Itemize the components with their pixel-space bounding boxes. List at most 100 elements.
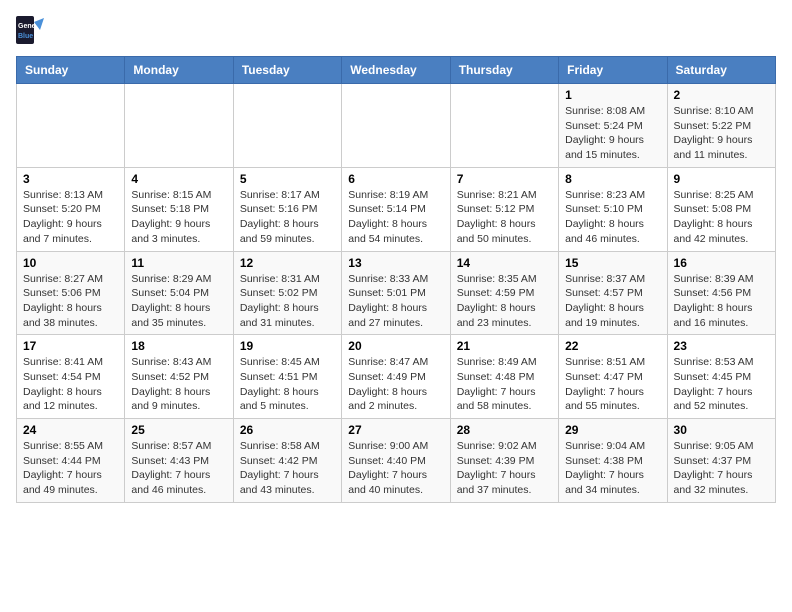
svg-text:Blue: Blue bbox=[18, 33, 33, 40]
calendar-cell: 16 Sunrise: 8:39 AMSunset: 4:56 PMDayligh… bbox=[667, 251, 775, 335]
day-number: 9 bbox=[674, 172, 769, 186]
calendar-cell: 23Sunrise: 8:53 AMSunset: 4:45 PMDayligh… bbox=[667, 335, 775, 419]
weekday-header-saturday: Saturday bbox=[667, 57, 775, 84]
calendar-cell: 28 Sunrise: 9:02 AMSunset: 4:39 PMDayligh… bbox=[450, 419, 558, 503]
calendar-cell bbox=[233, 84, 341, 168]
calendar-week-2: 3 Sunrise: 8:13 AMSunset: 5:20 PMDaylight… bbox=[17, 167, 776, 251]
day-info: Sunrise: 8:33 AMSunset: 5:01 PMDaylight:… bbox=[348, 272, 443, 331]
calendar-cell: 8Sunrise: 8:23 AMSunset: 5:10 PMDaylight… bbox=[559, 167, 667, 251]
day-info: Sunrise: 8:51 AMSunset: 4:47 PMDaylight:… bbox=[565, 355, 660, 414]
calendar-cell: 15Sunrise: 8:37 AMSunset: 4:57 PMDayligh… bbox=[559, 251, 667, 335]
weekday-header-friday: Friday bbox=[559, 57, 667, 84]
day-number: 6 bbox=[348, 172, 443, 186]
weekday-header-wednesday: Wednesday bbox=[342, 57, 450, 84]
day-number: 26 bbox=[240, 423, 335, 437]
calendar-week-3: 10 Sunrise: 8:27 AMSunset: 5:06 PMDayligh… bbox=[17, 251, 776, 335]
day-number: 10 bbox=[23, 256, 118, 270]
day-info: Sunrise: 8:10 AMSunset: 5:22 PMDaylight:… bbox=[674, 104, 769, 163]
calendar-cell: 21 Sunrise: 8:49 AMSunset: 4:48 PMDayligh… bbox=[450, 335, 558, 419]
day-number: 12 bbox=[240, 256, 335, 270]
calendar-cell: 12 Sunrise: 8:31 AMSunset: 5:02 PMDayligh… bbox=[233, 251, 341, 335]
day-info: Sunrise: 8:35 AMSunset: 4:59 PMDaylight:… bbox=[457, 272, 552, 331]
day-info: Sunrise: 8:47 AMSunset: 4:49 PMDaylight:… bbox=[348, 355, 443, 414]
day-info: Sunrise: 9:05 AMSunset: 4:37 PMDaylight:… bbox=[674, 439, 769, 498]
day-info: Sunrise: 8:13 AMSunset: 5:20 PMDaylight:… bbox=[23, 188, 118, 247]
day-info: Sunrise: 9:02 AMSunset: 4:39 PMDaylight:… bbox=[457, 439, 552, 498]
day-info: Sunrise: 8:58 AMSunset: 4:42 PMDaylight:… bbox=[240, 439, 335, 498]
day-number: 28 bbox=[457, 423, 552, 437]
day-number: 20 bbox=[348, 339, 443, 353]
calendar-week-1: 1 Sunrise: 8:08 AMSunset: 5:24 PMDaylight… bbox=[17, 84, 776, 168]
calendar-week-4: 17 Sunrise: 8:41 AMSunset: 4:54 PMDayligh… bbox=[17, 335, 776, 419]
day-number: 21 bbox=[457, 339, 552, 353]
calendar-cell: 14 Sunrise: 8:35 AMSunset: 4:59 PMDayligh… bbox=[450, 251, 558, 335]
calendar-cell: 22Sunrise: 8:51 AMSunset: 4:47 PMDayligh… bbox=[559, 335, 667, 419]
day-info: Sunrise: 8:39 AMSunset: 4:56 PMDaylight:… bbox=[674, 272, 769, 331]
calendar-cell: 13Sunrise: 8:33 AMSunset: 5:01 PMDayligh… bbox=[342, 251, 450, 335]
calendar-cell: 10 Sunrise: 8:27 AMSunset: 5:06 PMDayligh… bbox=[17, 251, 125, 335]
day-number: 29 bbox=[565, 423, 660, 437]
calendar-cell: 7 Sunrise: 8:21 AMSunset: 5:12 PMDaylight… bbox=[450, 167, 558, 251]
calendar-header: SundayMondayTuesdayWednesdayThursdayFrid… bbox=[17, 57, 776, 84]
day-info: Sunrise: 8:53 AMSunset: 4:45 PMDaylight:… bbox=[674, 355, 769, 414]
day-number: 5 bbox=[240, 172, 335, 186]
day-number: 18 bbox=[131, 339, 226, 353]
day-info: Sunrise: 8:29 AMSunset: 5:04 PMDaylight:… bbox=[131, 272, 226, 331]
day-info: Sunrise: 8:49 AMSunset: 4:48 PMDaylight:… bbox=[457, 355, 552, 414]
calendar-cell: 11 Sunrise: 8:29 AMSunset: 5:04 PMDayligh… bbox=[125, 251, 233, 335]
day-info: Sunrise: 8:31 AMSunset: 5:02 PMDaylight:… bbox=[240, 272, 335, 331]
day-info: Sunrise: 8:19 AMSunset: 5:14 PMDaylight:… bbox=[348, 188, 443, 247]
calendar-cell bbox=[17, 84, 125, 168]
calendar-cell: 25Sunrise: 8:57 AMSunset: 4:43 PMDayligh… bbox=[125, 419, 233, 503]
calendar-cell: 4Sunrise: 8:15 AMSunset: 5:18 PMDaylight… bbox=[125, 167, 233, 251]
day-info: Sunrise: 8:43 AMSunset: 4:52 PMDaylight:… bbox=[131, 355, 226, 414]
calendar-cell: 6 Sunrise: 8:19 AMSunset: 5:14 PMDaylight… bbox=[342, 167, 450, 251]
logo-graphic: General Blue bbox=[16, 16, 44, 44]
day-number: 3 bbox=[23, 172, 118, 186]
day-number: 2 bbox=[674, 88, 769, 102]
day-number: 1 bbox=[565, 88, 660, 102]
day-info: Sunrise: 8:57 AMSunset: 4:43 PMDaylight:… bbox=[131, 439, 226, 498]
calendar-cell bbox=[342, 84, 450, 168]
calendar-cell: 5 Sunrise: 8:17 AMSunset: 5:16 PMDaylight… bbox=[233, 167, 341, 251]
weekday-header-sunday: Sunday bbox=[17, 57, 125, 84]
calendar-cell: 26 Sunrise: 8:58 AMSunset: 4:42 PMDayligh… bbox=[233, 419, 341, 503]
day-info: Sunrise: 8:08 AMSunset: 5:24 PMDaylight:… bbox=[565, 104, 660, 163]
weekday-header-tuesday: Tuesday bbox=[233, 57, 341, 84]
day-info: Sunrise: 8:15 AMSunset: 5:18 PMDaylight:… bbox=[131, 188, 226, 247]
day-info: Sunrise: 8:21 AMSunset: 5:12 PMDaylight:… bbox=[457, 188, 552, 247]
calendar-table: SundayMondayTuesdayWednesdayThursdayFrid… bbox=[16, 56, 776, 503]
calendar-cell: 17 Sunrise: 8:41 AMSunset: 4:54 PMDayligh… bbox=[17, 335, 125, 419]
day-info: Sunrise: 9:04 AMSunset: 4:38 PMDaylight:… bbox=[565, 439, 660, 498]
day-number: 30 bbox=[674, 423, 769, 437]
calendar-cell: 20 Sunrise: 8:47 AMSunset: 4:49 PMDayligh… bbox=[342, 335, 450, 419]
day-number: 17 bbox=[23, 339, 118, 353]
calendar-cell: 2 Sunrise: 8:10 AMSunset: 5:22 PMDaylight… bbox=[667, 84, 775, 168]
day-info: Sunrise: 9:00 AMSunset: 4:40 PMDaylight:… bbox=[348, 439, 443, 498]
day-number: 16 bbox=[674, 256, 769, 270]
calendar-cell: 19Sunrise: 8:45 AMSunset: 4:51 PMDayligh… bbox=[233, 335, 341, 419]
day-info: Sunrise: 8:41 AMSunset: 4:54 PMDaylight:… bbox=[23, 355, 118, 414]
calendar-cell: 29 Sunrise: 9:04 AMSunset: 4:38 PMDayligh… bbox=[559, 419, 667, 503]
day-number: 11 bbox=[131, 256, 226, 270]
calendar-cell: 18 Sunrise: 8:43 AMSunset: 4:52 PMDayligh… bbox=[125, 335, 233, 419]
day-number: 27 bbox=[348, 423, 443, 437]
day-number: 24 bbox=[23, 423, 118, 437]
calendar-cell: 27 Sunrise: 9:00 AMSunset: 4:40 PMDayligh… bbox=[342, 419, 450, 503]
day-info: Sunrise: 8:25 AMSunset: 5:08 PMDaylight:… bbox=[674, 188, 769, 247]
day-info: Sunrise: 8:37 AMSunset: 4:57 PMDaylight:… bbox=[565, 272, 660, 331]
calendar-cell: 30 Sunrise: 9:05 AMSunset: 4:37 PMDayligh… bbox=[667, 419, 775, 503]
day-number: 19 bbox=[240, 339, 335, 353]
day-info: Sunrise: 8:17 AMSunset: 5:16 PMDaylight:… bbox=[240, 188, 335, 247]
calendar-cell: 24 Sunrise: 8:55 AMSunset: 4:44 PMDayligh… bbox=[17, 419, 125, 503]
weekday-header-monday: Monday bbox=[125, 57, 233, 84]
day-number: 14 bbox=[457, 256, 552, 270]
day-info: Sunrise: 8:27 AMSunset: 5:06 PMDaylight:… bbox=[23, 272, 118, 331]
calendar-cell: 1 Sunrise: 8:08 AMSunset: 5:24 PMDaylight… bbox=[559, 84, 667, 168]
day-info: Sunrise: 8:23 AMSunset: 5:10 PMDaylight:… bbox=[565, 188, 660, 247]
day-info: Sunrise: 8:55 AMSunset: 4:44 PMDaylight:… bbox=[23, 439, 118, 498]
calendar-cell: 9 Sunrise: 8:25 AMSunset: 5:08 PMDaylight… bbox=[667, 167, 775, 251]
page-header: General Blue bbox=[16, 16, 776, 44]
calendar-week-5: 24 Sunrise: 8:55 AMSunset: 4:44 PMDayligh… bbox=[17, 419, 776, 503]
day-number: 7 bbox=[457, 172, 552, 186]
